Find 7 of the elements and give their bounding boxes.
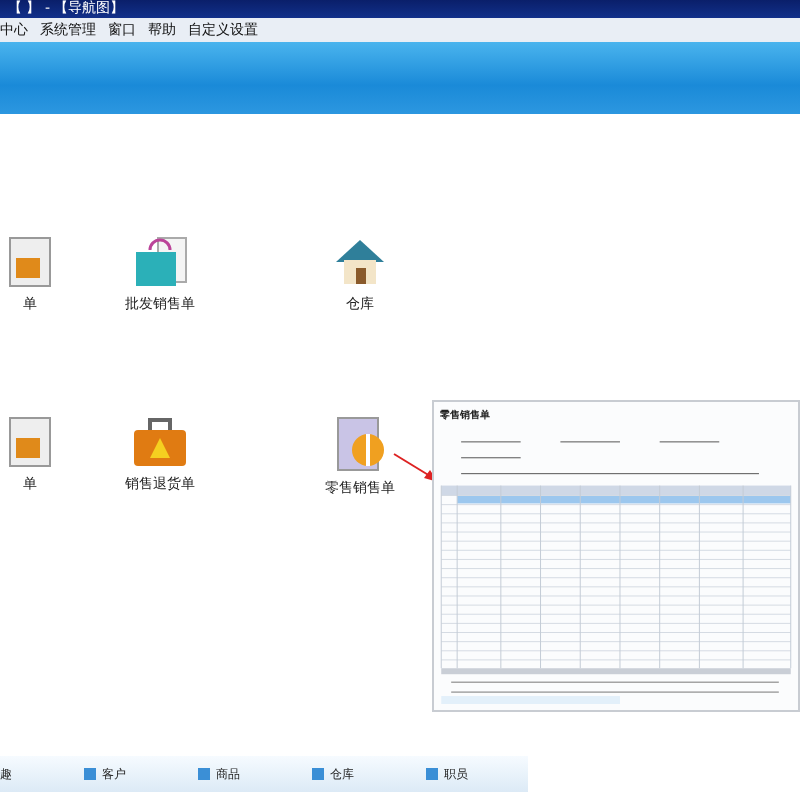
checkbox-icon <box>84 768 96 780</box>
shopping-bag-icon <box>130 234 190 290</box>
checkbox-icon <box>426 768 438 780</box>
checkbox-icon <box>312 768 324 780</box>
checkbox-icon <box>198 768 210 780</box>
house-icon <box>332 234 388 290</box>
briefcase-icon <box>130 414 190 470</box>
